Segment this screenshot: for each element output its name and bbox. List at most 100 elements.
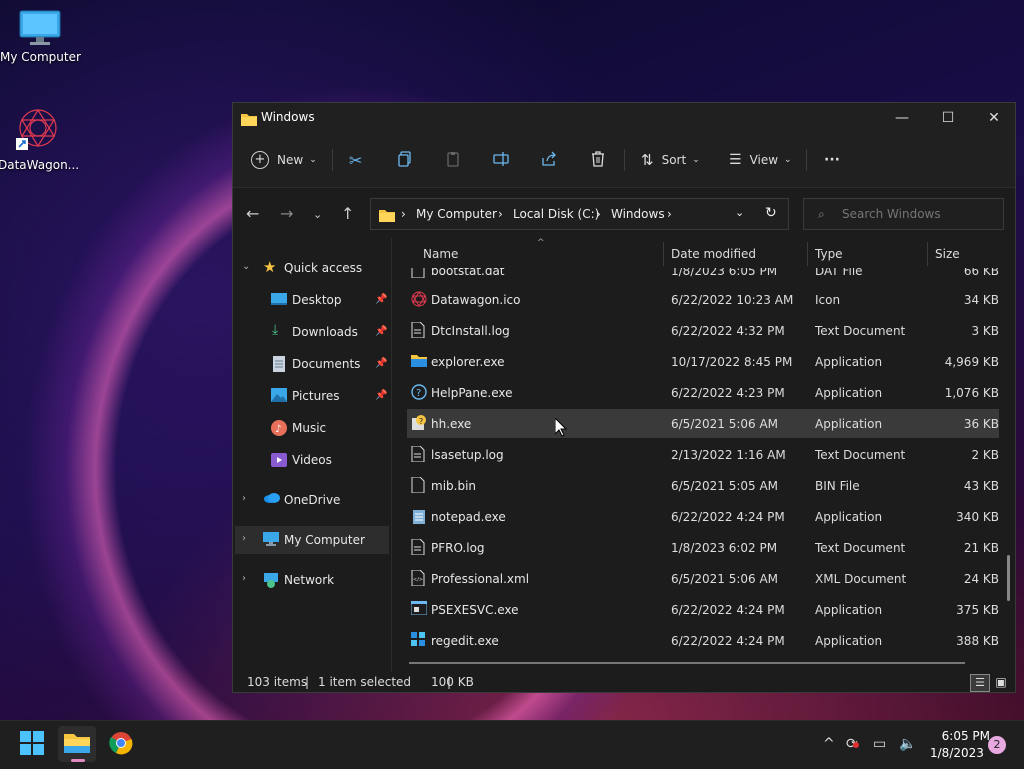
rename-button[interactable] [493,147,511,173]
desktop-icon-label: DataWagon... [0,158,80,172]
column-header-size[interactable]: Size [935,247,960,261]
cloud-icon [263,492,280,508]
title-bar[interactable]: Windows — ☐ ✕ [233,103,1015,133]
clock-time[interactable]: 6:05 PM [930,729,990,743]
table-row[interactable]: notepad.exe 6/22/2022 4:24 PM Applicatio… [407,502,999,531]
pin-icon[interactable]: 📌 [375,358,387,369]
taskbar-file-explorer[interactable] [58,726,96,762]
minimize-button[interactable]: — [879,103,925,133]
table-row[interactable]: </> Professional.xml 6/5/2021 5:06 AM XM… [407,564,999,593]
maximize-button[interactable]: ☐ [925,103,971,133]
sidebar-item-videos[interactable]: Videos [235,446,389,474]
start-button[interactable] [16,729,48,761]
download-icon: ⤓ [272,322,279,338]
address-history-chevron-icon[interactable]: ⌄ [735,206,744,219]
delete-button[interactable] [590,147,606,173]
copy-button[interactable] [397,147,413,173]
search-input[interactable] [840,204,994,224]
sidebar-item-downloads[interactable]: ⤓ Downloads 📌 [235,318,389,346]
breadcrumb-windows[interactable]: Windows [611,207,665,221]
network-status-icon[interactable]: ▭ [873,736,886,752]
volume-icon[interactable]: 🔈 [899,736,916,752]
sidebar-item-label: Documents [292,357,361,371]
help-book-icon: ? [411,415,427,431]
vertical-scrollbar-thumb[interactable] [1007,555,1010,601]
back-arrow-icon[interactable]: ← [246,204,259,223]
xml-file-icon: </> [411,569,427,587]
pin-icon[interactable]: 📌 [375,390,387,401]
breadcrumb-separator: › [498,207,503,221]
address-bar[interactable]: › My Computer › Local Disk (C:) › Window… [370,198,789,230]
file-rows: bootstat.dat 1/8/2023 6:05 PM DAT File 6… [407,268,1005,672]
up-arrow-icon[interactable]: ↑ [341,204,354,223]
column-header-name[interactable]: Name [423,247,458,261]
show-hidden-icons-chevron[interactable]: ^ [823,736,835,752]
table-row[interactable]: DtcInstall.log 6/22/2022 4:32 PM Text Do… [407,316,999,345]
sidebar-item-documents[interactable]: Documents 📌 [235,350,389,378]
table-row[interactable]: PFRO.log 1/8/2023 6:02 PM Text Document … [407,533,999,562]
breadcrumb-local-disk[interactable]: Local Disk (C:) [513,207,599,221]
table-row[interactable]: mib.bin 6/5/2021 5:05 AM BIN File 43 KB [407,471,999,500]
details-view-icon[interactable]: ☰ [970,674,990,692]
desktop-icon-datawagon[interactable]: DataWagon... [0,106,80,172]
sidebar-item-quick-access[interactable]: ⌄ ★ Quick access [235,254,389,282]
sidebar-item-music[interactable]: ♪ Music [235,414,389,442]
column-header-date[interactable]: Date modified [671,247,756,261]
sort-button[interactable]: ⇅ Sort ⌄ [641,147,700,173]
column-header-type[interactable]: Type [815,247,843,261]
breadcrumb-separator: › [596,207,601,221]
registry-editor-icon [411,632,427,648]
datawagon-shortcut-icon [14,106,62,154]
clock-date[interactable]: 1/8/2023 [930,746,984,760]
chevron-down-icon: ⌄ [242,261,251,272]
pin-icon[interactable]: 📌 [375,326,387,337]
notification-badge[interactable]: 2 [988,736,1006,754]
view-button[interactable]: ☰ View ⌄ [729,147,792,173]
chevron-down-icon: ⌄ [309,155,317,165]
sync-status-icon[interactable]: ⟳ [846,736,859,752]
pin-icon[interactable]: 📌 [375,294,387,305]
column-divider[interactable] [807,242,808,266]
column-divider[interactable] [927,242,928,266]
sidebar-item-pictures[interactable]: Pictures 📌 [235,382,389,410]
share-button[interactable] [541,147,557,173]
cut-button[interactable]: ✂ [349,147,362,173]
breadcrumb-my-computer[interactable]: My Computer [416,207,497,221]
large-icons-view-icon[interactable]: ▣ [993,674,1009,690]
table-row[interactable]: regedit.exe 6/22/2022 4:24 PM Applicatio… [407,626,999,655]
trash-icon [590,150,606,170]
recent-locations-chevron-icon[interactable]: ⌄ [313,208,322,221]
table-row[interactable]: ? HelpPane.exe 6/22/2022 4:23 PM Applica… [407,378,999,407]
sidebar-item-label: Quick access [284,261,363,275]
monitor-icon [19,10,61,46]
refresh-icon[interactable]: ↻ [765,205,777,221]
chevron-down-icon: ⌄ [784,155,792,165]
table-row[interactable]: PSEXESVC.exe 6/22/2022 4:24 PM Applicati… [407,595,999,624]
taskbar-chrome[interactable] [105,729,137,761]
table-row[interactable]: lsasetup.log 2/13/2022 1:16 AM Text Docu… [407,440,999,469]
rename-icon [493,151,511,170]
file-icon [411,268,427,279]
see-more-button[interactable]: ··· [824,147,840,173]
desktop-icon-my-computer[interactable]: My Computer [0,10,81,64]
new-button[interactable]: + New ⌄ [251,147,317,173]
close-button[interactable]: ✕ [971,103,1017,133]
forward-arrow-icon[interactable]: → [280,204,293,223]
sidebar-item-network[interactable]: › Network [235,566,389,594]
pane-splitter[interactable] [391,238,392,672]
table-row[interactable]: explorer.exe 10/17/2022 8:45 PM Applicat… [407,347,999,376]
chevron-right-icon: › [242,573,246,584]
sidebar-item-onedrive[interactable]: › OneDrive [235,486,389,514]
selected-count: 1 item selected [318,675,412,689]
table-row[interactable]: Datawagon.ico 6/22/2022 10:23 AM Icon 34… [407,285,999,314]
horizontal-scrollbar-thumb[interactable] [409,662,965,664]
sidebar-item-desktop[interactable]: Desktop 📌 [235,286,389,314]
column-divider[interactable] [663,242,664,266]
table-row-selected[interactable]: ? hh.exe 6/5/2021 5:06 AM Application 36… [407,409,999,438]
sidebar-item-my-computer[interactable]: › My Computer [235,526,389,554]
share-icon [541,151,557,170]
search-icon: ⌕ [818,207,825,221]
table-row[interactable]: bootstat.dat 1/8/2023 6:05 PM DAT File 6… [407,268,999,285]
search-box[interactable]: ⌕ [803,198,1004,230]
paste-button[interactable] [445,147,461,173]
